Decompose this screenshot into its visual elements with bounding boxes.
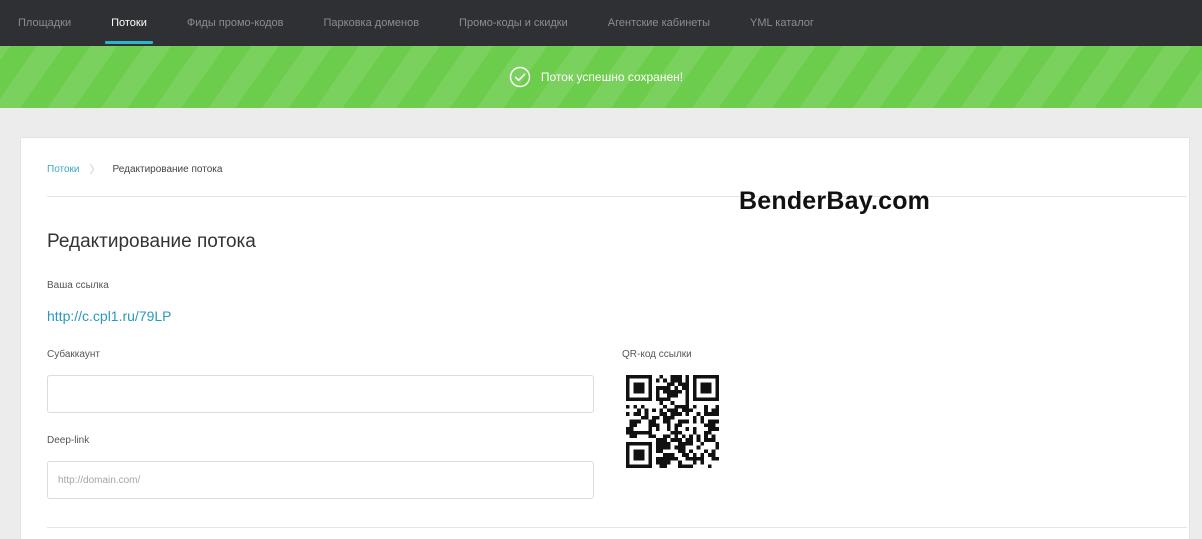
breadcrumb: Потоки 〉 Редактирование потока <box>47 161 222 177</box>
success-banner-content: Поток успешно сохранен! <box>509 66 683 88</box>
page: Площадки Потоки Фиды промо-кодов Парковк… <box>0 0 1202 539</box>
deeplink-input[interactable] <box>47 461 594 499</box>
breadcrumb-link-streams[interactable]: Потоки <box>47 164 80 175</box>
nav-item-yml-catalog[interactable]: YML каталог <box>750 0 814 46</box>
qr-label: QR-код ссылки <box>622 349 692 360</box>
success-banner: Поток успешно сохранен! <box>0 46 1202 108</box>
nav-item-agency-accounts[interactable]: Агентские кабинеты <box>608 0 710 46</box>
nav-item-domain-parking[interactable]: Парковка доменов <box>324 0 420 46</box>
nav-item-promo-codes[interactable]: Промо-коды и скидки <box>459 0 568 46</box>
edit-stream-card: Потоки 〉 Редактирование потока BenderBay… <box>20 137 1190 539</box>
qr-code-image <box>626 375 719 468</box>
page-title: Редактирование потока <box>47 231 256 252</box>
check-circle-icon <box>509 66 531 88</box>
deeplink-label: Deep-link <box>47 435 90 446</box>
nav-item-streams[interactable]: Потоки <box>105 0 153 46</box>
subaccount-label: Субаккаунт <box>47 349 100 360</box>
nav-item-promo-feeds[interactable]: Фиды промо-кодов <box>187 0 284 46</box>
stream-link[interactable]: http://c.cpl1.ru/79LP <box>47 308 172 324</box>
subaccount-input[interactable] <box>47 375 594 413</box>
link-label: Ваша ссылка <box>47 280 109 291</box>
top-navigation: Площадки Потоки Фиды промо-кодов Парковк… <box>0 0 1202 46</box>
nav-item-platforms[interactable]: Площадки <box>18 0 71 46</box>
success-message: Поток успешно сохранен! <box>540 70 684 84</box>
breadcrumb-divider <box>47 196 1187 197</box>
breadcrumb-separator: 〉 <box>89 164 101 176</box>
form-divider <box>47 527 1187 528</box>
breadcrumb-current: Редактирование потока <box>112 163 223 175</box>
watermark: BenderBay.com <box>739 187 931 215</box>
